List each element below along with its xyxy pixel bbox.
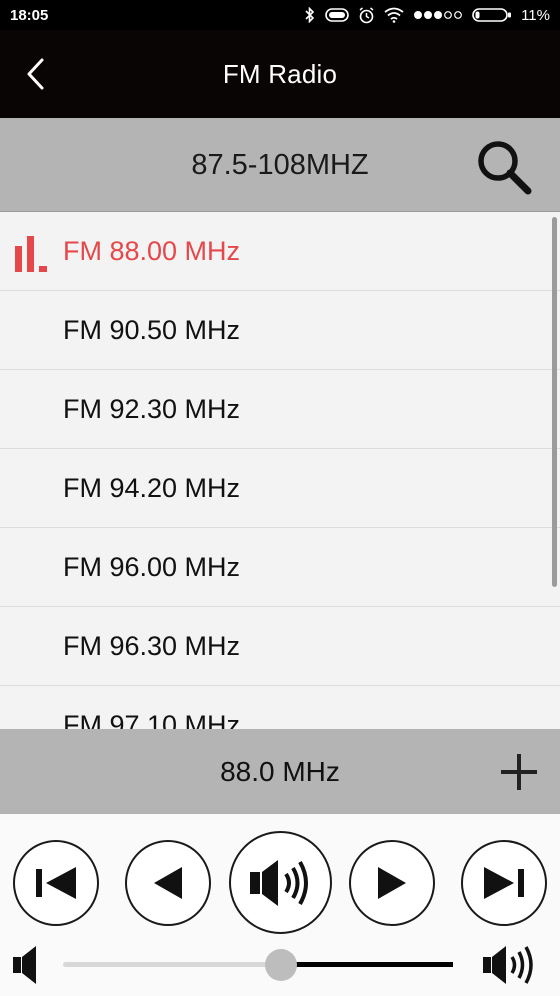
station-row[interactable]: FM 97.10 MHz [0,686,560,729]
current-frequency-bar: 88.0 MHz [0,729,560,814]
volume-high-icon [483,946,533,984]
skip-previous-button[interactable] [13,840,99,926]
search-button[interactable] [472,136,534,198]
station-label: FM 90.50 MHz [63,315,241,345]
status-icons: 11% [304,7,550,24]
skip-previous-icon [36,867,76,899]
now-playing-icon [15,236,47,272]
page-title: FM Radio [222,59,338,89]
toggle-icon [325,8,349,22]
volume-slider-thumb[interactable] [265,949,298,981]
playback-controls [0,814,560,996]
status-time: 18:05 [10,6,49,24]
skip-next-button[interactable] [461,840,547,926]
signal-dots-icon [414,11,462,19]
station-label: FM 96.00 MHz [63,552,241,582]
station-label: FM 92.30 MHz [63,394,241,424]
add-station-button[interactable] [500,753,538,791]
station-label: FM 94.20 MHz [63,473,241,503]
plus-icon [501,754,537,790]
station-label: FM 96.30 MHz [63,631,241,661]
seek-forward-icon [378,867,406,899]
volume-slider-fill [281,962,453,967]
search-icon [478,141,532,195]
alarm-icon [359,6,374,23]
station-row[interactable]: FM 96.00 MHz [0,528,560,607]
station-row[interactable]: FM 96.30 MHz [0,607,560,686]
station-label: FM 97.10 MHz [63,710,241,729]
bluetooth-icon [305,7,315,23]
seek-back-icon [154,867,182,899]
station-row[interactable]: FM 92.30 MHz [0,370,560,449]
skip-next-icon [484,867,524,899]
speaker-button[interactable] [229,831,332,934]
list-scrollbar[interactable] [552,217,557,587]
battery-percent: 11% [521,6,550,24]
seek-forward-button[interactable] [349,840,435,926]
station-list[interactable]: FM 88.00 MHz FM 90.50 MHz FM 92.30 MHz F… [0,212,560,729]
seek-back-button[interactable] [125,840,211,926]
current-frequency: 88.0 MHz [220,756,340,787]
status-bar: 18:05 11% [0,0,560,30]
station-row[interactable]: FM 88.00 MHz [0,212,560,291]
volume-low-icon [13,946,36,984]
station-label: FM 88.00 MHz [63,236,241,266]
app-header: FM Radio [0,30,560,118]
band-range-bar: 87.5-108MHZ [0,118,560,212]
speaker-icon [249,859,308,906]
station-row[interactable]: FM 94.20 MHz [0,449,560,528]
battery-icon [472,8,512,22]
station-row[interactable]: FM 90.50 MHz [0,291,560,370]
wifi-icon [384,7,404,23]
